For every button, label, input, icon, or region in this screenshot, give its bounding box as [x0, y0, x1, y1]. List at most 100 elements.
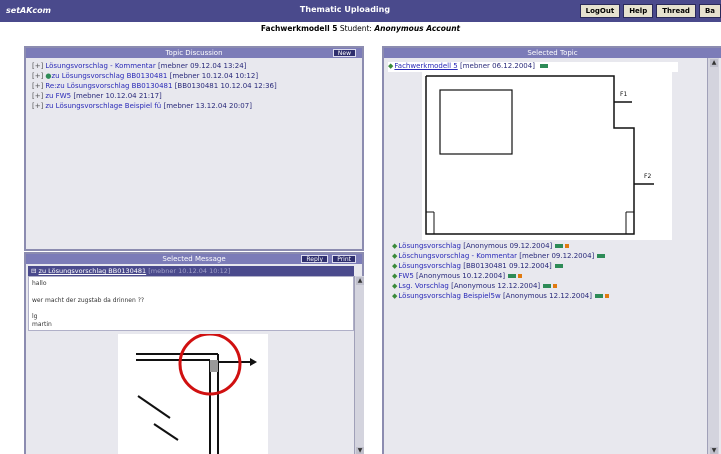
topic-discussion-panel: Topic Discussion New [+] Lösungsvorschlag…: [24, 46, 364, 251]
topic-head-meta: [mebner 06.12.2004]: [459, 62, 535, 70]
attachment-icon[interactable]: [597, 254, 606, 258]
selected-topic-panel: Selected Topic ◆Fachwerkmodell 5 [mebner…: [382, 46, 721, 454]
selected-topic-title: Selected Topic: [527, 49, 578, 57]
help-button[interactable]: Help: [623, 4, 654, 18]
attachment-icon[interactable]: [595, 294, 603, 298]
student-name: Anonymous Account: [374, 24, 461, 33]
print-button[interactable]: Print: [332, 255, 356, 263]
topic-drawing: F1 F2: [422, 72, 672, 240]
bullet-icon: ◆: [392, 292, 398, 300]
app-title: Thematic Uploading: [299, 5, 391, 14]
scroll-down-icon[interactable]: ▼: [356, 447, 364, 454]
thread-button[interactable]: Thread: [656, 4, 696, 18]
message-subject[interactable]: zu Lösungsvorschlag BB0130481: [39, 267, 147, 275]
tree-toggle-icon[interactable]: [+]: [32, 92, 43, 100]
topic-list-item[interactable]: ◆Lösungsvorschlag Beispiel5w [Anonymous …: [392, 292, 609, 300]
bullet-icon: ◆: [392, 272, 398, 280]
topic-item-meta: [Anonymous 12.12.2004]: [502, 292, 592, 300]
topic-item-meta: [Anonymous 10.12.2004]: [416, 272, 506, 280]
topic-item-title[interactable]: Lösungsvorschlag: [398, 242, 461, 250]
top-buttons: LogOut Help Thread Ba: [579, 4, 721, 18]
discussion-row[interactable]: [+] Lösungsvorschlag - Kommentar [mebner …: [32, 62, 246, 70]
bullet-icon: ◆: [392, 282, 398, 290]
topic-discussion-title: Topic Discussion: [165, 49, 223, 57]
page-subtitle: Fachwerkmodell 5 Student: Anonymous Acco…: [0, 24, 721, 33]
load-label-f1: F1: [620, 91, 627, 98]
scroll-down-icon[interactable]: ▼: [710, 447, 718, 454]
message-line: lg: [32, 313, 38, 320]
topic-item-title[interactable]: Lösungsvorschlag: [398, 262, 461, 270]
topic-item-meta: [BB0130481 09.12.2004]: [463, 262, 552, 270]
bullet-icon: ◆: [388, 62, 394, 70]
comment-icon[interactable]: [518, 274, 523, 278]
selected-topic-header: Selected Topic: [384, 48, 721, 58]
sketch-drawing: [136, 334, 257, 454]
topic-item-title[interactable]: FW5: [398, 272, 413, 280]
reply-button[interactable]: Reply: [301, 255, 328, 263]
load-label-f2: F2: [644, 173, 651, 180]
tree-toggle-icon[interactable]: [+]: [32, 102, 43, 110]
discussion-meta: [mebner 09.12.04 13:24]: [157, 62, 247, 70]
top-bar: setAKcom Thematic Uploading LogOut Help …: [0, 0, 721, 22]
truss-drawing: F1 F2: [425, 75, 654, 235]
message-attachment-image: [118, 334, 268, 454]
bullet-icon: ◆: [392, 242, 398, 250]
topic-head-row: ◆Fachwerkmodell 5 [mebner 06.12.2004]: [388, 62, 678, 72]
scroll-up-icon[interactable]: ▲: [710, 59, 718, 67]
attachment-icon[interactable]: [508, 274, 517, 278]
message-subject-meta: [mebner 10.12.04 10:12]: [148, 267, 231, 275]
back-button[interactable]: Ba: [698, 4, 721, 18]
message-line: wer macht der zugstab da drinnen ??: [32, 297, 145, 304]
attachment-icon[interactable]: [540, 64, 549, 68]
student-label: Student:: [339, 24, 372, 33]
discussion-meta: [mebner 10.12.04 10:12]: [169, 72, 259, 80]
comment-icon[interactable]: [553, 284, 558, 288]
topic-list-item[interactable]: ◆Lsg. Vorschlag [Anonymous 12.12.2004]: [392, 282, 558, 290]
message-expand-icon[interactable]: ⊟: [31, 267, 36, 275]
message-subject-bar: ⊟ zu Lösungsvorschlag BB0130481 [mebner …: [28, 266, 354, 276]
comment-icon[interactable]: [605, 294, 609, 298]
discussion-title[interactable]: Re:zu Lösungsvorschlag BB0130481: [45, 82, 172, 90]
topic-list-item[interactable]: ◆FW5 [Anonymous 10.12.2004]: [392, 272, 523, 280]
topic-item-title[interactable]: Löschungsvorschlag - Kommentar: [398, 252, 517, 260]
attachment-icon[interactable]: [543, 284, 552, 288]
attachment-icon[interactable]: [555, 244, 564, 248]
discussion-meta: [BB0130481 10.12.04 12:36]: [174, 82, 277, 90]
tree-toggle-icon[interactable]: [+]: [32, 82, 43, 90]
discussion-title[interactable]: zu FW5: [45, 92, 71, 100]
new-topic-button[interactable]: New: [332, 49, 356, 57]
topic-list-item[interactable]: ◆Lösungsvorschlag [Anonymous 09.12.2004]: [392, 242, 570, 250]
discussion-meta: [mebner 10.12.04 21:17]: [73, 92, 162, 100]
topic-discussion-header: Topic Discussion New: [26, 48, 362, 58]
scroll-up-icon[interactable]: ▲: [356, 277, 364, 285]
message-body: hallo wer macht der zugstab da drinnen ?…: [28, 276, 354, 331]
discussion-meta: [mebner 13.12.04 20:07]: [163, 102, 252, 110]
topic-list-item[interactable]: ◆Löschungsvorschlag - Kommentar [mebner …: [392, 252, 606, 260]
topic-item-meta: [Anonymous 12.12.2004]: [451, 282, 541, 290]
discussion-title[interactable]: zu Lösungsvorschlag BB0130481: [51, 72, 167, 80]
topic-item-meta: [Anonymous 09.12.2004]: [463, 242, 553, 250]
attachment-icon[interactable]: [554, 264, 563, 268]
discussion-row[interactable]: [+] zu Lösungsvorschlage Beispiel fü [meb…: [32, 102, 252, 110]
topic-name: Fachwerkmodell 5: [260, 24, 338, 33]
logout-button[interactable]: LogOut: [579, 4, 621, 18]
topic-head-link[interactable]: Fachwerkmodell 5: [394, 62, 457, 70]
selected-message-title: Selected Message: [162, 255, 226, 263]
discussion-title[interactable]: Lösungsvorschlag - Kommentar: [45, 62, 155, 70]
tree-toggle-icon[interactable]: [+]: [32, 72, 43, 80]
topic-scrollbar[interactable]: ▲ ▼: [707, 58, 719, 454]
topic-item-title[interactable]: Lsg. Vorschlag: [398, 282, 448, 290]
discussion-row[interactable]: [+] Re:zu Lösungsvorschlag BB0130481 [BB0…: [32, 82, 277, 90]
comment-icon[interactable]: [565, 244, 570, 248]
discussion-row[interactable]: [+] zu FW5 [mebner 10.12.04 21:17]: [32, 92, 162, 100]
message-scrollbar[interactable]: ▲ ▼: [354, 276, 364, 454]
discussion-row[interactable]: [+] ●zu Lösungsvorschlag BB0130481 [mebne…: [32, 72, 258, 80]
topic-item-title[interactable]: Lösungsvorschlag Beispiel5w: [398, 292, 500, 300]
message-line: martin: [32, 321, 52, 328]
tree-toggle-icon[interactable]: [+]: [32, 62, 43, 70]
topic-list-item[interactable]: ◆Lösungsvorschlag [BB0130481 09.12.2004]: [392, 262, 563, 270]
message-line: hallo: [32, 280, 47, 287]
app-logo: setAKcom: [6, 6, 51, 15]
selected-message-panel: Selected Message Reply Print ⊟ zu Lösung…: [24, 252, 364, 454]
discussion-title[interactable]: zu Lösungsvorschlage Beispiel fü: [45, 102, 161, 110]
